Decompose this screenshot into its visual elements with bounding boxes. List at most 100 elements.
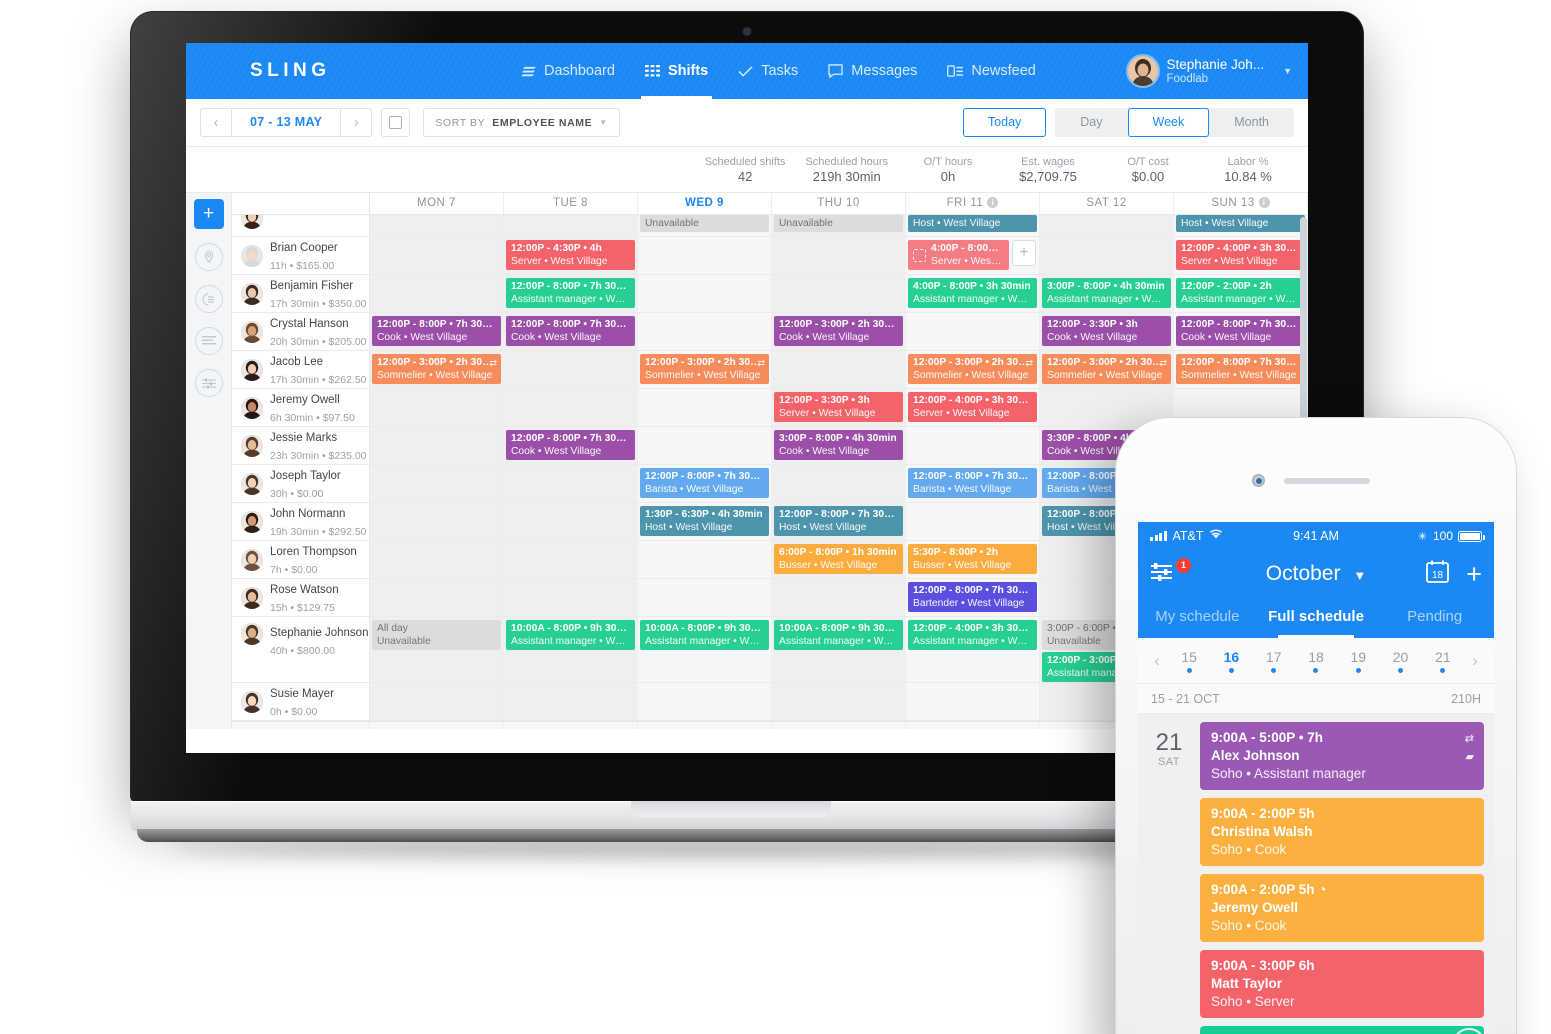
schedule-cell[interactable] [370, 237, 504, 274]
schedule-cell[interactable] [772, 237, 906, 274]
shift-block[interactable]: 6:00P - 8:00P • 1h 30min Busser • West Vi… [774, 544, 903, 574]
phone-shift-card-0[interactable]: 9:00A - 5:00P • 7h Alex Johnson Soho • Ass… [1200, 722, 1484, 790]
day-header-2[interactable]: WED 9 [638, 193, 772, 214]
schedule-cell[interactable]: 1:30P - 6:30P • 4h 30min Host • West Vill… [638, 503, 772, 540]
schedule-cell[interactable]: 10:00A - 8:00P • 9h 30min Assistant manag… [504, 617, 638, 682]
employee-cell[interactable]: Benjamin Fisher 17h 30min • $350.00 [232, 275, 370, 312]
day-header-3[interactable]: THU 10 [772, 193, 906, 214]
shift-block[interactable]: 12:00P - 8:00P • 7h 30min Assistant manag… [506, 278, 635, 308]
phone-shift-card-2[interactable]: 9:00A - 2:00P 5h ◔ Jeremy Owell Soho • Coo… [1200, 874, 1484, 942]
employee-cell[interactable]: Joseph Taylor 30h • $0.00 [232, 465, 370, 502]
employee-cell[interactable]: Loren Thompson 7h • $0.00 [232, 541, 370, 578]
schedule-cell[interactable] [638, 579, 772, 616]
chevron-down-icon[interactable]: ▼ [1283, 66, 1292, 76]
employee-cell[interactable]: Stephanie Johnson 40h • $800.00 [232, 617, 370, 682]
schedule-cell[interactable]: 12:00P - 8:00P • 7h 30min Sommelier • Wes… [1174, 351, 1308, 388]
shift-block[interactable]: 12:00P - 3:00P • 2h 30min Cook • West Vil… [774, 316, 903, 346]
swap-icon[interactable]: ⇄ [489, 358, 497, 369]
shift-block[interactable]: 12:00P - 2:00P • 2h Assistant manager • W… [1176, 278, 1305, 308]
schedule-cell[interactable]: 12:00P - 4:00P • 3h 30min Assistant manag… [906, 617, 1040, 682]
shift-block[interactable]: All day Unavailable [372, 620, 501, 650]
schedule-cell[interactable]: 12:00P - 8:00P • 7h 30min Cook • West Vil… [370, 313, 504, 350]
view-week-button[interactable]: Week [1127, 108, 1210, 137]
schedule-cell[interactable] [772, 683, 906, 720]
pending-checkbox[interactable] [913, 248, 926, 262]
schedule-cell[interactable]: 12:00P - 4:00P • 3h 30min Server • West V… [1174, 237, 1308, 274]
nav-item-newsfeed[interactable]: Newsfeed [947, 43, 1036, 99]
prev-week-arrow[interactable]: ‹ [1146, 651, 1168, 671]
shift-block[interactable]: 12:00P - 8:00P • 7h 30min Host • West Vil… [774, 506, 903, 536]
schedule-cell[interactable]: 12:00P - 3:00P • 2h 30min Sommelier • Wes… [370, 351, 504, 388]
schedule-cell[interactable]: 6:00P - 8:00P • 1h 30min Busser • West Vi… [772, 541, 906, 578]
schedule-cell[interactable] [370, 389, 504, 426]
schedule-cell[interactable] [906, 427, 1040, 464]
phone-shift-card-4[interactable]: 10:00A - 3:00P • 5h+ [1200, 1026, 1486, 1034]
schedule-cell[interactable] [906, 683, 1040, 720]
add-shift-button[interactable]: + [1012, 240, 1036, 266]
date-range-label[interactable]: 07 - 13 MAY [231, 109, 342, 136]
shift-block[interactable]: 12:00P - 8:00P • 7h 30min Cook • West Vil… [506, 430, 635, 460]
shift-block[interactable]: 1:30P - 6:30P • 4h 30min Host • West Vill… [640, 506, 769, 536]
schedule-cell[interactable]: 4:00P - 8:00P • 3h 30min Assistant manage… [906, 275, 1040, 312]
phone-tab-0[interactable]: My schedule [1138, 598, 1257, 638]
employee-cell[interactable]: Jacob Lee 17h 30min • $262.50 [232, 351, 370, 388]
phone-date-1[interactable]: 16 [1210, 649, 1252, 673]
shift-block[interactable]: 12:00P - 8:00P • 7h 30min Barista • West … [640, 468, 769, 498]
schedule-cell[interactable] [504, 389, 638, 426]
month-selector[interactable]: October ▼ [1138, 562, 1494, 586]
schedule-cell[interactable] [638, 683, 772, 720]
schedule-cell[interactable] [906, 503, 1040, 540]
shift-block[interactable]: 12:00P - 8:00P • 7h 30min Cook • West Vil… [372, 316, 501, 346]
phone-tab-1[interactable]: Full schedule [1257, 598, 1376, 638]
view-month-button[interactable]: Month [1209, 108, 1294, 137]
schedule-cell[interactable]: 12:00P - 4:30P • 4h Server • West Village [504, 237, 638, 274]
location-pin-icon[interactable] [194, 243, 223, 271]
schedule-cell[interactable]: 12:00P - 8:00P • 7h 30min Barista • West … [638, 465, 772, 502]
shift-block[interactable]: 12:00P - 8:00P • 7h 30min Bartender • Wes… [908, 582, 1037, 612]
employee-cell[interactable]: Jessie Marks 23h 30min • $235.00 [232, 427, 370, 464]
schedule-cell[interactable]: 12:00P - 8:00P • 7h 30min Barista • West … [906, 465, 1040, 502]
nav-item-shifts[interactable]: Shifts [640, 43, 713, 99]
shift-block[interactable]: 12:00P - 3:00P • 2h 30min Sommelier • Wes… [640, 354, 769, 384]
schedule-cell[interactable]: Host • West Village [1174, 215, 1308, 236]
schedule-cell[interactable] [370, 683, 504, 720]
schedule-cell[interactable] [772, 351, 906, 388]
schedule-cell[interactable] [504, 503, 638, 540]
schedule-cell[interactable] [370, 579, 504, 616]
phone-date-3[interactable]: 18 [1295, 649, 1337, 673]
shift-block[interactable]: Unavailable [774, 215, 903, 232]
phone-shift-card-3[interactable]: 9:00A - 3:00P 6h Matt Taylor Soho • Server [1200, 950, 1484, 1018]
view-day-button[interactable]: Day [1055, 108, 1128, 137]
schedule-cell[interactable]: 10:00A - 8:00P • 9h 30min Assistant manag… [638, 617, 772, 682]
swap-icon[interactable]: ⇄ [757, 358, 765, 369]
schedule-cell[interactable] [638, 275, 772, 312]
schedule-cell[interactable]: 12:00P - 3:30P • 3h Server • West Village [772, 389, 906, 426]
schedule-cell[interactable]: 4:00P - 8:00P • 3h... Server • West Vill.… [906, 237, 1040, 274]
user-menu[interactable]: Stephanie Joh... Foodlab ▼ [1127, 56, 1292, 86]
phone-date-0[interactable]: 15 [1168, 649, 1210, 673]
swap-icon[interactable]: ⇄ [1025, 358, 1033, 369]
shift-block[interactable]: Host • West Village [908, 215, 1037, 232]
schedule-cell[interactable] [370, 465, 504, 502]
employee-cell[interactable]: Rose Watson 15h • $129.75 [232, 579, 370, 616]
schedule-cell[interactable]: 10:00A - 8:00P • 9h 30min Assistant manag… [772, 617, 906, 682]
positions-icon[interactable] [194, 285, 223, 313]
shift-block[interactable]: 10:00A - 8:00P • 9h 30min Assistant manag… [774, 620, 903, 650]
schedule-cell[interactable] [772, 465, 906, 502]
shift-block[interactable]: 12:00P - 3:30P • 3h Server • West Village [774, 392, 903, 422]
schedule-cell[interactable] [638, 427, 772, 464]
shift-block[interactable]: 4:00P - 8:00P • 3h... Server • West Vill.… [908, 240, 1009, 270]
schedule-cell[interactable]: 12:00P - 8:00P • 7h 30min Bartender • Wes… [906, 579, 1040, 616]
schedule-cell[interactable]: 3:00P - 8:00P • 4h 30min Assistant manage… [1040, 275, 1174, 312]
swap-icon[interactable]: ⇄ [1159, 358, 1167, 369]
employee-cell[interactable]: 11h 30min • $172.50 [232, 215, 370, 236]
schedule-cell[interactable]: Unavailable [638, 215, 772, 236]
schedule-cell[interactable]: 12:00P - 8:00P • 7h 30min Cook • West Vil… [504, 427, 638, 464]
schedule-cell[interactable] [638, 541, 772, 578]
sort-by-dropdown[interactable]: SORT BY EMPLOYEE NAME ▼ [423, 108, 620, 137]
phone-shift-card-1[interactable]: 9:00A - 2:00P 5h Christina Walsh Soho • Co… [1200, 798, 1484, 866]
list-icon[interactable] [194, 327, 223, 355]
schedule-cell[interactable] [906, 313, 1040, 350]
schedule-cell[interactable]: 12:00P - 8:00P • 7h 30min Assistant manag… [504, 275, 638, 312]
schedule-cell[interactable]: Unavailable [772, 215, 906, 236]
